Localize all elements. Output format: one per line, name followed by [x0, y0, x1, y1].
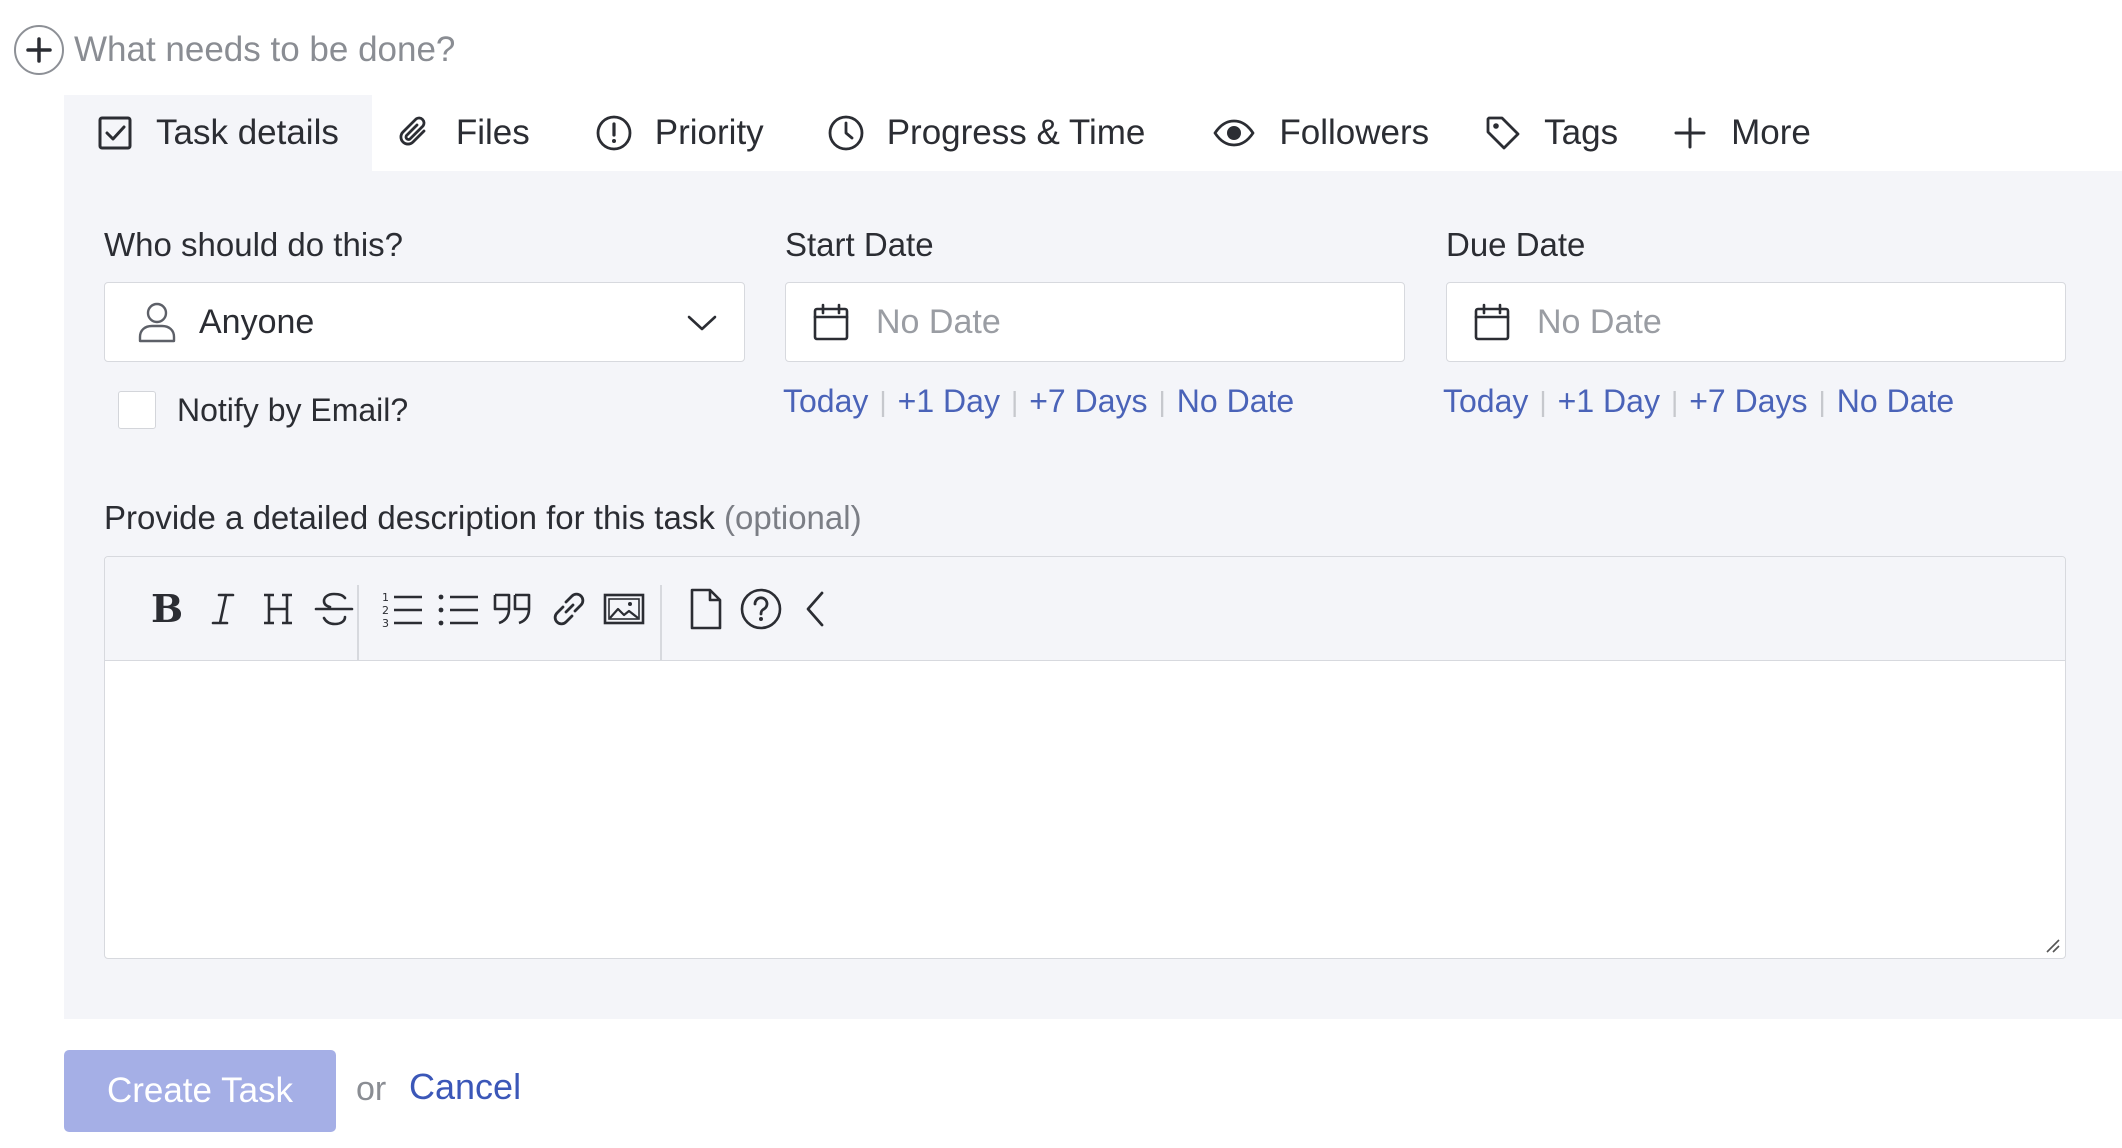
- resize-handle-icon[interactable]: [2041, 934, 2061, 954]
- notify-email-checkbox[interactable]: [118, 391, 156, 429]
- separator: |: [1010, 385, 1019, 417]
- tab-label: Files: [455, 113, 530, 152]
- tab-followers[interactable]: Followers: [1178, 95, 1462, 171]
- assignee-label: Who should do this?: [104, 226, 404, 263]
- start-plus7-link[interactable]: +7 Days: [1029, 383, 1147, 420]
- checkbox-icon: [98, 116, 132, 150]
- or-text: or: [356, 1070, 387, 1108]
- due-plus1-link[interactable]: +1 Day: [1558, 383, 1660, 420]
- tab-task-details[interactable]: Task details: [64, 95, 372, 171]
- file-icon[interactable]: [683, 587, 727, 631]
- optional-hint: (optional): [724, 499, 862, 536]
- start-date-placeholder: No Date: [876, 302, 1001, 341]
- italic-icon[interactable]: [201, 587, 245, 631]
- paperclip-icon: [399, 116, 426, 146]
- toolbar-divider: [660, 585, 662, 661]
- add-task-icon[interactable]: [14, 25, 64, 75]
- collapse-icon[interactable]: [794, 587, 838, 631]
- start-plus1-link[interactable]: +1 Day: [898, 383, 1000, 420]
- tab-bar: Task details Files Priority Progress & T…: [64, 95, 1844, 171]
- description-label: Provide a detailed description for this …: [104, 499, 862, 537]
- separator: |: [1158, 385, 1166, 417]
- due-today-link[interactable]: Today: [1443, 383, 1528, 420]
- due-plus7-link[interactable]: +7 Days: [1689, 383, 1807, 420]
- due-date-input[interactable]: No Date: [1446, 282, 2066, 362]
- calendar-icon: [1474, 303, 1510, 341]
- toolbar-divider: [357, 585, 359, 661]
- tag-icon: [1486, 116, 1520, 150]
- separator: |: [1539, 385, 1547, 417]
- plus-icon: [1674, 117, 1706, 149]
- tab-label: Priority: [654, 113, 764, 152]
- image-icon[interactable]: [602, 587, 646, 631]
- start-nodate-link[interactable]: No Date: [1177, 383, 1294, 420]
- separator: |: [1818, 385, 1826, 417]
- calendar-icon: [813, 303, 849, 341]
- exclamation-circle-icon: [596, 115, 632, 151]
- due-date-placeholder: No Date: [1537, 302, 1662, 341]
- eye-icon: [1213, 119, 1255, 147]
- start-date-quick-links: Today | +1 Day | +7 Days | No Date: [783, 383, 1294, 420]
- task-name-input[interactable]: [74, 20, 1274, 80]
- chevron-down-icon: [687, 315, 717, 331]
- tab-files[interactable]: Files: [372, 95, 563, 171]
- bullet-list-icon[interactable]: [436, 587, 480, 631]
- due-date-quick-links: Today | +1 Day | +7 Days | No Date: [1443, 383, 1954, 420]
- due-nodate-link[interactable]: No Date: [1837, 383, 1954, 420]
- separator: |: [1670, 385, 1679, 417]
- svg-text:2: 2: [382, 604, 389, 617]
- bold-icon[interactable]: B: [145, 587, 189, 631]
- create-task-button[interactable]: Create Task: [64, 1050, 336, 1132]
- tab-label: Progress & Time: [886, 113, 1146, 152]
- tab-tags[interactable]: Tags: [1462, 95, 1651, 171]
- cancel-link[interactable]: Cancel: [409, 1066, 521, 1108]
- tab-priority[interactable]: Priority: [563, 95, 797, 171]
- notify-email-label: Notify by Email?: [177, 392, 409, 428]
- svg-text:3: 3: [382, 617, 389, 630]
- separator: |: [879, 385, 887, 417]
- start-today-link[interactable]: Today: [783, 383, 868, 420]
- start-date-input[interactable]: No Date: [785, 282, 1405, 362]
- link-icon[interactable]: [547, 587, 591, 631]
- tab-label: More: [1731, 113, 1811, 152]
- tab-more[interactable]: More: [1651, 95, 1844, 171]
- strikethrough-icon[interactable]: [312, 587, 356, 631]
- tab-progress-time[interactable]: Progress & Time: [797, 95, 1179, 171]
- svg-text:1: 1: [382, 591, 389, 604]
- assignee-value: Anyone: [199, 302, 315, 341]
- tab-label: Tags: [1544, 113, 1619, 152]
- editor-toolbar: B 123: [105, 557, 2065, 661]
- svg-text:B: B: [151, 587, 183, 631]
- start-date-label: Start Date: [785, 226, 934, 263]
- person-icon: [138, 302, 176, 343]
- heading-icon[interactable]: [256, 587, 300, 631]
- due-date-label: Due Date: [1446, 226, 1586, 263]
- description-label-text: Provide a detailed description for this …: [104, 499, 715, 536]
- quote-icon[interactable]: [491, 587, 535, 631]
- tab-label: Task details: [156, 113, 339, 152]
- assignee-select[interactable]: Anyone: [104, 282, 745, 362]
- help-icon[interactable]: [739, 587, 783, 631]
- ordered-list-icon[interactable]: 123: [380, 587, 424, 631]
- description-editor[interactable]: B 123: [104, 556, 2066, 959]
- clock-icon: [828, 115, 864, 151]
- tab-label: Followers: [1279, 113, 1430, 152]
